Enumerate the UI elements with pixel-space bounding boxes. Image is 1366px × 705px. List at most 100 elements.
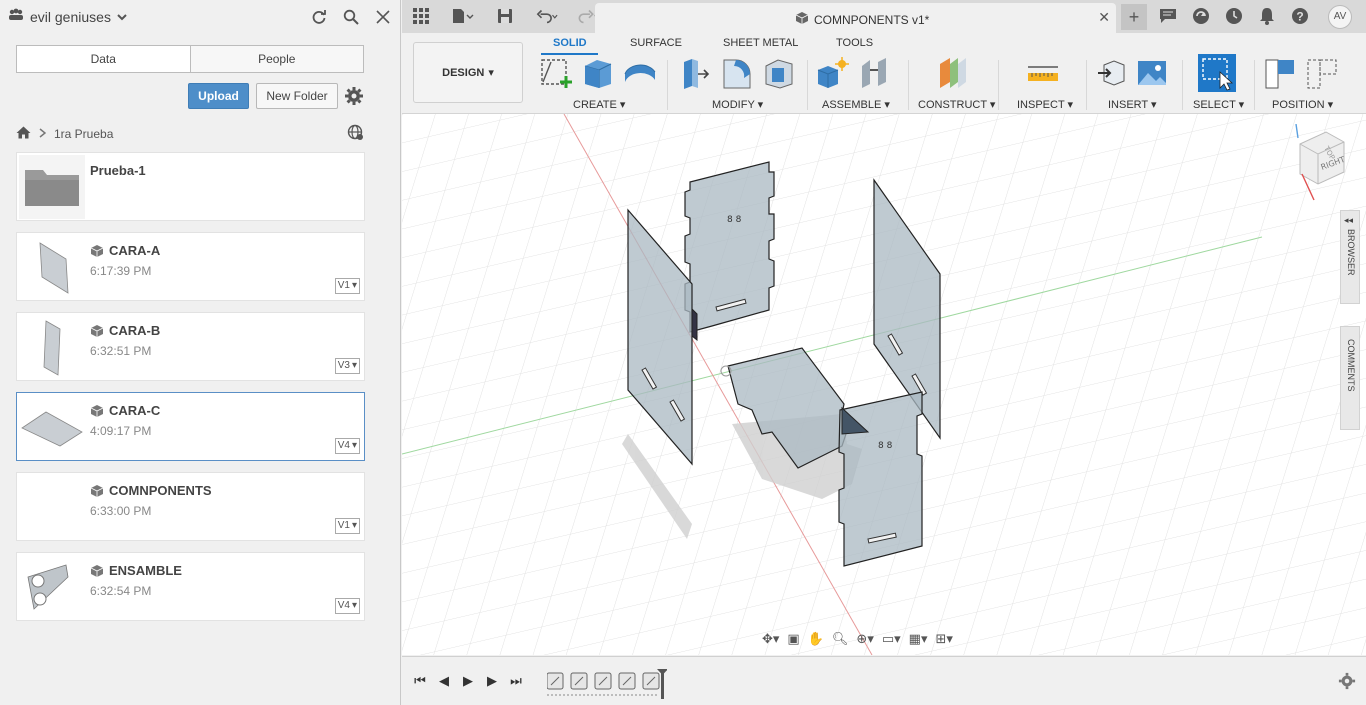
version-text: V4 — [337, 440, 350, 451]
position-menu[interactable]: POSITION ▾ — [1272, 98, 1333, 111]
3d-viewport[interactable]: 8 8 8 8 RIGHT TOP — [402, 114, 1366, 655]
tab-sheet-metal[interactable]: SHEET METAL — [723, 37, 798, 49]
search-icon[interactable] — [342, 8, 360, 26]
insert-derive-icon[interactable] — [1096, 57, 1128, 92]
caret-down-icon: ▾ — [488, 67, 494, 79]
gear-icon[interactable] — [344, 86, 364, 106]
tab-people[interactable]: People — [189, 46, 363, 72]
extensions-icon[interactable] — [1191, 6, 1210, 25]
chevron-right-icon — [39, 127, 47, 141]
tab-surface[interactable]: SURFACE — [630, 37, 682, 49]
select-icon[interactable] — [1198, 53, 1236, 95]
tab-tools[interactable]: TOOLS — [836, 37, 873, 49]
step-back-icon[interactable]: ◀ — [436, 673, 452, 689]
new-folder-button[interactable]: New Folder — [256, 83, 338, 109]
grid-settings-icon[interactable]: ▦▾ — [909, 631, 928, 647]
version-badge[interactable]: V3 ▾ — [334, 358, 360, 374]
go-to-start-icon[interactable]: ⏮ — [412, 673, 428, 689]
extrude-icon[interactable] — [581, 56, 615, 93]
file-menu-icon[interactable] — [452, 7, 474, 25]
panel-front[interactable]: 8 8 — [838, 391, 923, 567]
tab-solid[interactable]: SOLID — [553, 37, 587, 49]
view-cube[interactable]: RIGHT TOP — [1292, 123, 1352, 204]
orbit-icon[interactable]: ✥▾ — [762, 631, 779, 647]
list-item[interactable]: CARA-A 6:17:39 PM V1 ▾ — [16, 232, 365, 301]
list-item[interactable]: COMNPONENTS 6:33:00 PM V1 ▾ — [16, 472, 365, 541]
data-people-tabs: Data People — [16, 45, 364, 73]
help-icon[interactable]: ? — [1290, 6, 1309, 25]
folder-thumbnail — [19, 155, 85, 219]
version-badge[interactable]: V1 ▾ — [334, 278, 360, 294]
document-tab[interactable]: COMNPONENTS v1* ✕ — [595, 3, 1116, 33]
align-icon[interactable] — [1264, 56, 1298, 93]
notifications-icon[interactable] — [1257, 6, 1276, 25]
upload-button[interactable]: Upload — [188, 83, 249, 109]
new-tab-button[interactable]: + — [1121, 4, 1147, 30]
comments-panel-tab[interactable]: COMMENTS — [1340, 326, 1360, 430]
job-status-icon[interactable] — [1224, 6, 1243, 25]
version-badge[interactable]: V4 ▾ — [334, 598, 360, 614]
undo-icon[interactable] — [536, 7, 558, 25]
zoom-icon[interactable]: 🔍︎ — [832, 631, 849, 647]
new-component-icon[interactable] — [816, 56, 850, 93]
list-item[interactable]: ENSAMBLE 6:32:54 PM V4 ▾ — [16, 552, 365, 621]
insert-group: INSERT ▾ — [1096, 56, 1176, 112]
avatar[interactable]: AV — [1328, 5, 1352, 29]
globe-icon[interactable] — [347, 124, 364, 144]
team-name[interactable]: evil geniuses — [30, 9, 111, 25]
viewports-icon[interactable]: ⊞▾ — [935, 631, 952, 647]
fit-icon[interactable]: ⊕▾ — [856, 631, 873, 647]
look-at-icon[interactable]: ▣ — [787, 631, 799, 647]
go-to-end-icon[interactable]: ⏭ — [508, 673, 524, 689]
position-group: POSITION ▾ — [1264, 56, 1354, 112]
play-icon[interactable]: ▶ — [460, 673, 476, 689]
timeline-settings-gear-icon[interactable] — [1338, 672, 1356, 690]
insert-canvas-icon[interactable] — [1136, 57, 1168, 92]
select-menu[interactable]: SELECT ▾ — [1193, 98, 1244, 111]
joint-icon[interactable] — [858, 56, 892, 93]
close-tab-icon[interactable]: ✕ — [1098, 9, 1110, 26]
assemble-menu[interactable]: ASSEMBLE ▾ — [822, 98, 890, 111]
capture-position-icon[interactable] — [1306, 56, 1340, 93]
toolbar-divider — [667, 60, 668, 110]
version-text: V4 — [337, 600, 350, 611]
display-settings-icon[interactable]: ▭▾ — [882, 631, 901, 647]
panel-back[interactable]: 8 8 — [684, 161, 775, 333]
panel-header: evil geniuses — [0, 0, 400, 33]
team-icon[interactable] — [8, 8, 24, 25]
tab-data[interactable]: Data — [17, 46, 190, 72]
inspect-menu[interactable]: INSPECT ▾ — [1017, 98, 1073, 111]
offset-plane-icon[interactable] — [936, 56, 972, 93]
breadcrumb-project[interactable]: 1ra Prueba — [54, 127, 113, 141]
browser-panel-tab[interactable]: ◂◂ BROWSER — [1340, 210, 1360, 304]
revolve-icon[interactable] — [623, 56, 657, 93]
svg-text:8 8: 8 8 — [878, 441, 893, 451]
measure-icon[interactable] — [1026, 63, 1060, 86]
item-name-text: CARA-C — [109, 403, 161, 418]
save-icon[interactable] — [494, 7, 516, 25]
list-item-selected[interactable]: CARA-C 4:09:17 PM V4 ▾ — [16, 392, 365, 461]
create-menu[interactable]: CREATE ▾ — [573, 98, 625, 111]
refresh-icon[interactable] — [310, 8, 328, 26]
close-icon[interactable] — [374, 8, 392, 26]
version-badge[interactable]: V4 ▾ — [334, 438, 360, 454]
step-forward-icon[interactable]: ▶ — [484, 673, 500, 689]
comment-icon[interactable] — [1158, 6, 1177, 25]
chevron-down-icon[interactable] — [117, 10, 127, 24]
apps-grid-icon[interactable] — [410, 7, 432, 25]
shell-icon[interactable] — [762, 56, 796, 93]
press-pull-icon[interactable] — [678, 56, 712, 93]
modify-menu[interactable]: MODIFY ▾ — [712, 98, 763, 111]
version-badge[interactable]: V1 ▾ — [334, 518, 360, 534]
list-item-folder[interactable]: Prueba-1 — [16, 152, 365, 221]
home-icon[interactable] — [16, 126, 31, 142]
toolbar-divider — [807, 60, 808, 110]
create-sketch-icon[interactable] — [539, 56, 573, 93]
construct-menu[interactable]: CONSTRUCT ▾ — [918, 98, 995, 111]
list-item[interactable]: CARA-B 6:32:51 PM V3 ▾ — [16, 312, 365, 381]
pan-icon[interactable]: ✋ — [808, 631, 824, 647]
workspace-switcher[interactable]: DESIGN ▾ — [413, 42, 523, 103]
fillet-icon[interactable] — [720, 56, 754, 93]
assemble-group: ASSEMBLE ▾ — [816, 56, 906, 112]
insert-menu[interactable]: INSERT ▾ — [1108, 98, 1157, 111]
